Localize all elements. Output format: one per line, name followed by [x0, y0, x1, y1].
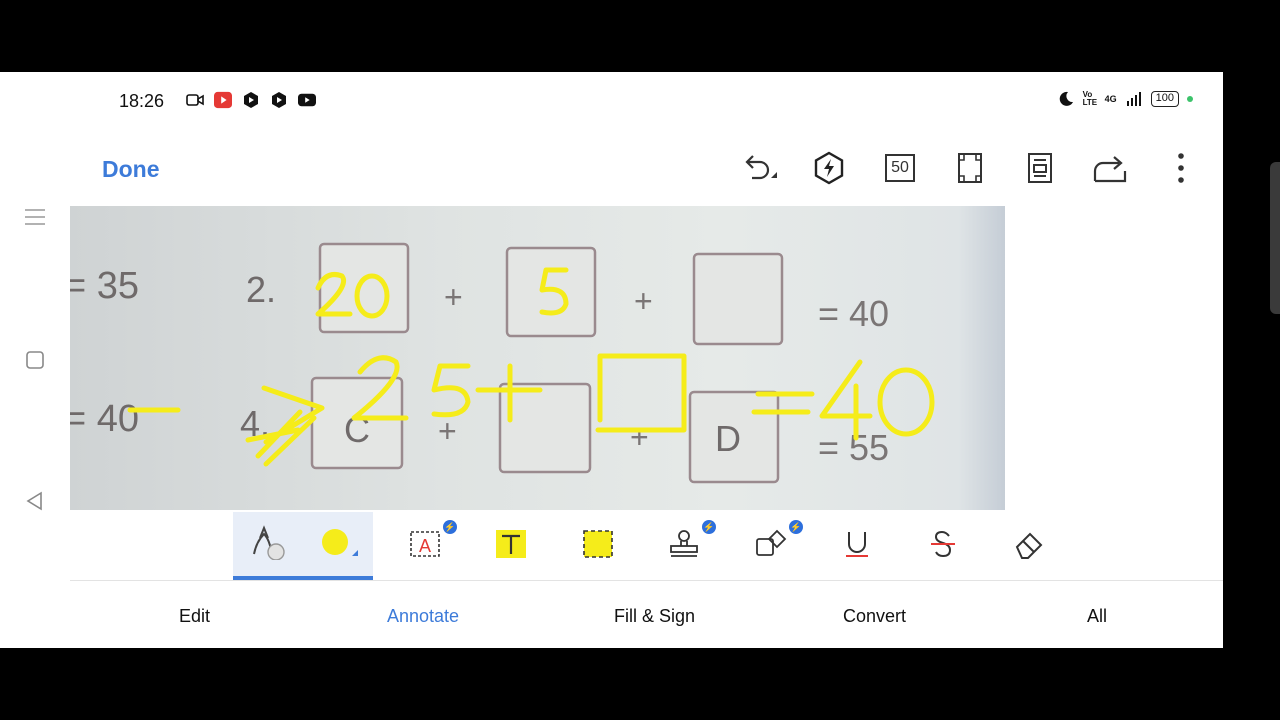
eraser-icon — [1013, 529, 1045, 564]
area-highlight-icon — [582, 529, 614, 564]
ink-digit-5[interactable] — [431, 363, 471, 418]
pro-badge-icon: ⚡ — [702, 520, 716, 534]
printed-value: = 35 — [70, 265, 139, 307]
plus-sign: + — [438, 413, 457, 449]
toolbar-divider — [70, 580, 1223, 581]
strikethrough-tool[interactable] — [908, 512, 978, 580]
yellow-color-swatch-icon — [318, 522, 358, 567]
undo-icon[interactable] — [738, 148, 778, 188]
app-hex-icon — [242, 91, 260, 109]
svg-text:A: A — [419, 536, 431, 556]
ink-digit-0[interactable] — [877, 367, 935, 437]
moon-icon — [1057, 90, 1075, 108]
youtube-icon — [298, 91, 316, 109]
tab-fill-sign[interactable]: Fill & Sign — [614, 606, 695, 627]
answer-box[interactable] — [692, 252, 784, 346]
eraser-tool[interactable] — [994, 512, 1064, 580]
home-square-icon[interactable] — [24, 349, 46, 371]
back-triangle-icon[interactable] — [24, 490, 46, 512]
page-count-button[interactable]: 50 — [880, 148, 920, 188]
side-panel-handle[interactable] — [1270, 162, 1280, 314]
underline-icon — [842, 529, 872, 564]
network-label: 4G — [1104, 94, 1117, 104]
document-page[interactable]: = 35 = 40 2. 4. + + + + = 40 = 55 C D — [70, 206, 1005, 510]
status-right: Vo LTE 4G 100 — [1057, 90, 1193, 108]
underline-tool[interactable] — [822, 512, 892, 580]
signal-icon — [1125, 90, 1143, 108]
menu-icon[interactable] — [24, 206, 46, 228]
printed-result: = 40 — [818, 293, 889, 334]
tab-all[interactable]: All — [1087, 606, 1107, 627]
app-screen: 18:26 Vo LTE 4G 100 Done 50 = 35 = 40 2.… — [0, 72, 1223, 648]
question-number: 2. — [246, 269, 276, 310]
color-picker[interactable] — [303, 512, 373, 580]
plus-sign: + — [634, 283, 653, 319]
pen-tool[interactable] — [233, 512, 303, 580]
more-icon[interactable] — [1161, 148, 1201, 188]
page-count: 50 — [885, 154, 915, 182]
fullscreen-icon[interactable] — [950, 148, 990, 188]
stamp-tool[interactable]: ⚡ — [649, 512, 719, 580]
area-highlight-tool[interactable] — [563, 512, 633, 580]
reader-icon[interactable] — [1020, 148, 1060, 188]
privacy-dot — [1187, 96, 1193, 102]
shapes-tool[interactable]: ⚡ — [736, 512, 806, 580]
annotate-toolbar: A ⚡ ⚡ ⚡ — [0, 512, 1223, 580]
answer-box[interactable] — [505, 246, 597, 338]
box-letter: D — [715, 418, 741, 459]
answer-box[interactable] — [498, 382, 592, 474]
shapes-icon — [755, 529, 787, 564]
status-time: 18:26 — [119, 91, 165, 111]
tab-convert[interactable]: Convert — [843, 606, 906, 627]
notification-icons — [186, 91, 316, 109]
answer-box[interactable] — [318, 242, 410, 334]
text-highlight-tool[interactable] — [476, 512, 546, 580]
stamp-icon — [668, 529, 700, 564]
pro-badge-icon: ⚡ — [789, 520, 803, 534]
text-highlight-icon — [495, 529, 527, 564]
app-hex-icon-2 — [270, 91, 288, 109]
pro-badge-icon: ⚡ — [443, 520, 457, 534]
video-camera-icon — [186, 91, 204, 109]
battery-indicator: 100 — [1150, 91, 1179, 107]
pen-tool-icon — [246, 524, 290, 565]
tab-edit[interactable]: Edit — [179, 606, 210, 627]
volte-label: Vo LTE — [1082, 90, 1098, 107]
tab-annotate[interactable]: Annotate — [387, 606, 459, 627]
text-box-icon: A — [409, 529, 441, 564]
top-toolbar: 50 — [0, 148, 1223, 188]
text-box-tool[interactable]: A ⚡ — [390, 512, 460, 580]
strikethrough-icon — [928, 529, 958, 564]
lightning-icon[interactable] — [809, 148, 849, 188]
share-icon[interactable] — [1090, 148, 1130, 188]
youtube-red-icon — [214, 91, 232, 109]
printed-value: = 40 — [70, 398, 139, 440]
plus-sign: + — [444, 279, 463, 315]
plus-sign: + — [630, 419, 649, 455]
